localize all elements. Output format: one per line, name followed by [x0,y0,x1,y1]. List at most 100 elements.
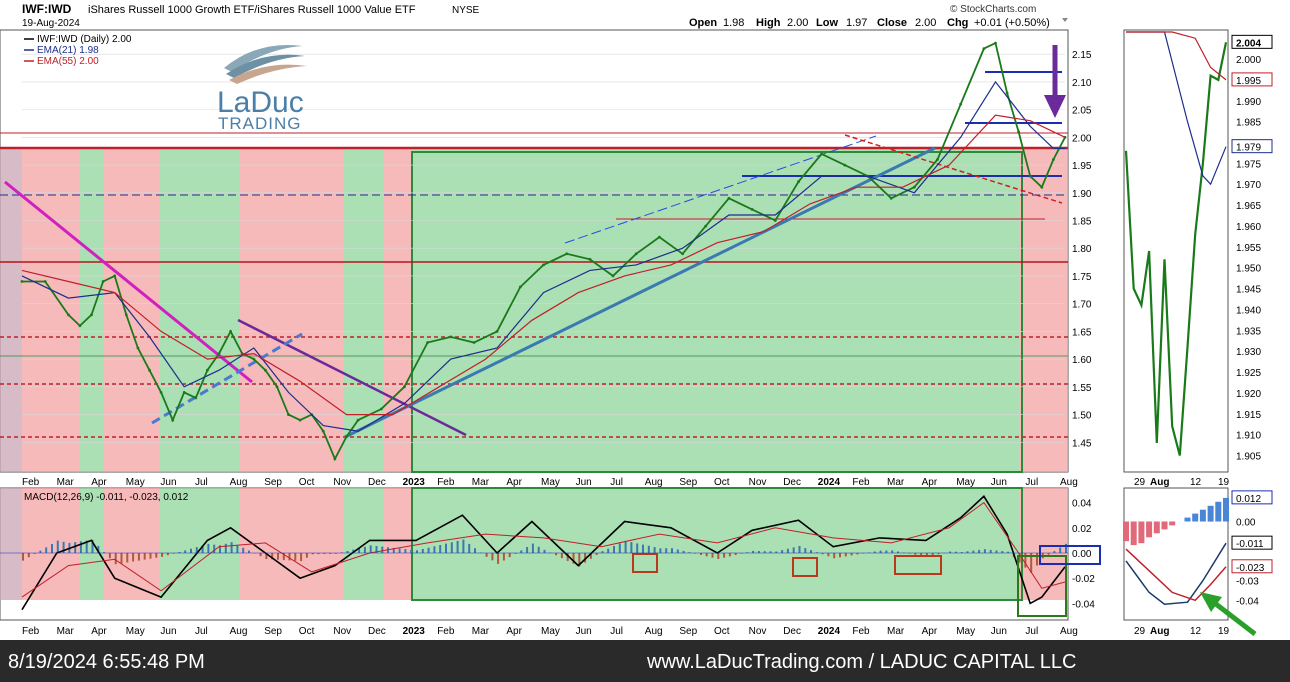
macd-bar-109 [653,547,656,553]
macd-bar-114 [682,550,685,553]
x-tick-22: Dec [783,477,801,488]
macd-bar-164 [972,550,975,553]
y-tick-11: 1.60 [1072,355,1092,366]
macd-bar-3 [39,550,42,553]
macd-x-tick-14: Apr [506,626,522,637]
macd-bar-110 [659,548,662,553]
macd-bar-106 [636,543,639,553]
zoom-macd-x-tick-1: Aug [1150,626,1169,637]
price-point-14 [206,368,209,372]
macd-bar-87 [526,547,529,553]
macd-bar-166 [983,549,986,553]
price-point-42 [704,224,708,228]
price-point-27 [356,418,360,422]
zoom-y-tick-7: 1.975 [1236,159,1261,170]
price-point-54 [982,47,986,50]
macd-bar-16 [114,553,117,565]
y-tick-1: 2.10 [1072,78,1092,89]
footer-timestamp: 8/19/2024 6:55:48 PM [8,651,205,673]
zone-6 [344,148,384,472]
price-point-40 [658,235,661,239]
x-tick-19: Sep [679,477,697,488]
close-label: Close [877,17,907,29]
macd-bar-150 [891,550,894,553]
zone-1 [22,148,80,472]
macd-bar-82 [497,553,500,564]
price-point-3 [78,324,82,328]
zoom-macd-y-tick-0: 0.012 [1236,494,1261,505]
price-point-47 [820,152,823,156]
open-label: Open [689,17,717,29]
macd-bar-68 [416,550,418,553]
macd-bar-5 [51,544,53,553]
macd-bar-78 [474,548,476,553]
macd-bar-89 [537,546,540,553]
zoom-y-tick-12: 1.950 [1236,264,1261,275]
macd-bar-62 [381,546,384,553]
x-tick-4: Jun [160,477,176,488]
zone-7 [384,148,412,472]
low-value: 1.97 [846,17,867,29]
x-tick-18: Aug [645,477,663,488]
zoom-macd-bar-5 [1161,521,1168,530]
zoom-macd-bar-13 [1223,497,1229,522]
macd-x-tick-22: Dec [783,626,801,637]
macd-bar-76 [462,539,465,553]
price-point-30 [426,341,429,344]
zoom-y-tick-2: 1.995 [1236,76,1261,87]
macd-bar-74 [450,542,453,553]
watermark-label: © StockCharts.com [950,4,1036,15]
macd-x-tick-20: Oct [714,626,730,637]
macd-bar-77 [468,543,471,553]
macd-bar-92 [555,553,558,556]
ohlc-readout: Open 1.98 High 2.00 Low 1.97 Close 2.00 … [689,17,1050,29]
price-point-28 [379,407,383,411]
price-point-48 [843,163,847,167]
macd-x-tick-8: Oct [299,626,315,637]
macd-bar-25 [166,553,169,556]
price-point-44 [750,208,754,211]
macd-x-axis: Feb Mar Apr May Jun Jul Aug Sep Oct Nov Dec 2023 Feb… [22,626,1078,637]
zoom-y-tick-20: 1.910 [1236,431,1261,442]
macd-bar-81 [491,553,494,561]
zoom-macd-bar-2 [1138,521,1145,544]
macd-bar-18 [126,553,129,563]
zone-5 [240,148,344,472]
macd-bar-168 [995,550,998,553]
macd-x-tick-9: Nov [333,626,351,637]
macd-x-tick-11: 2023 [403,626,426,637]
price-point-22 [298,418,302,422]
x-tick-14: Apr [506,477,522,488]
zoom-price-panel: 2.0042.0001.9951.9901.9851.9801.9791.975… [1123,29,1273,488]
price-point-7 [124,313,128,317]
macd-bar-4 [45,547,48,553]
macd-bar-142 [844,553,847,557]
x-tick-15: May [541,477,560,488]
y-tick-9: 1.70 [1072,300,1092,311]
macd-bar-118 [705,553,708,557]
macd-bar-103 [618,543,621,553]
symbol-label[interactable]: IWF:IWD [22,2,72,16]
macd-bar-143 [850,553,853,556]
macd-bar-126 [752,550,755,553]
legend-text-1: EMA(21) 1.98 [37,45,99,56]
price-point-11 [171,418,175,422]
macd-bar-20 [137,553,140,561]
price-point-2 [67,313,70,317]
zoom-macd-y-tick-5: -0.04 [1236,596,1259,607]
macd-x-tick-21: Nov [749,626,767,637]
collapse-arrow-icon[interactable] [1062,18,1068,22]
macd-x-tick-6: Aug [230,626,248,637]
macd-x-tick-0: Feb [22,626,40,637]
macd-bar-35 [224,543,227,553]
zoom-macd-bar-9 [1192,513,1199,522]
macd-bar-102 [613,546,615,553]
x-tick-10: Dec [368,477,386,488]
x-tick-29: Jul [1025,477,1038,488]
price-point-35 [542,263,545,267]
zoom-macd-x-tick-3: 19 [1218,626,1230,637]
macd-bar-65 [398,548,401,553]
zoom-macd-panel: 0.012 0.00 -0.011 -0.023 -0.03 -0.04 29 Aug 12 1… [1123,487,1273,637]
x-tick-25: Mar [887,477,905,488]
zoom-macd-y-tick-1: 0.00 [1236,518,1256,529]
